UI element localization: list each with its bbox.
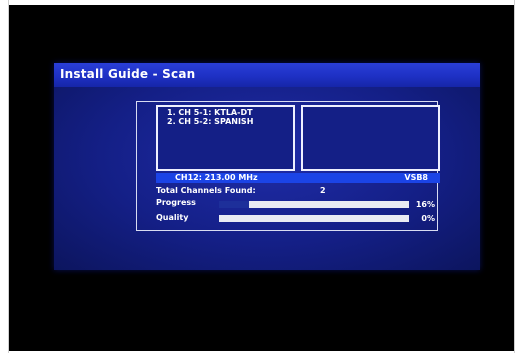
scan-info-bar: CH12: 213.00 MHz VSB8: [156, 173, 440, 183]
list-item: 1. CH 5-1: KTLA-DT: [167, 108, 253, 117]
found-channels-list: 1. CH 5-1: KTLA-DT 2. CH 5-2: SPANISH: [156, 105, 295, 171]
modulation-label: VSB8: [404, 173, 428, 182]
tv-screen: Install Guide - Scan 1. CH 5-1: KTLA-DT …: [9, 5, 514, 351]
progress-bar-fill: [219, 201, 250, 208]
quality-percent: 0%: [421, 214, 435, 223]
scan-panel: 1. CH 5-1: KTLA-DT 2. CH 5-2: SPANISH CH…: [136, 101, 440, 231]
list-item: 2. CH 5-2: SPANISH: [167, 117, 254, 126]
install-guide-scan-dialog: Install Guide - Scan 1. CH 5-1: KTLA-DT …: [54, 63, 480, 270]
frame-right-edge: [514, 0, 518, 353]
dialog-titlebar: Install Guide - Scan: [54, 63, 480, 87]
progress-percent: 16%: [415, 200, 435, 209]
channel-preview-box: [301, 105, 440, 171]
progress-label: Progress: [156, 198, 196, 207]
frame-left-edge: [0, 0, 9, 353]
total-channels-label: Total Channels Found:: [156, 186, 256, 195]
total-channels-value: 2: [320, 186, 326, 195]
progress-bar: [219, 201, 409, 208]
channel-list-body: 1. CH 5-1: KTLA-DT 2. CH 5-2: SPANISH: [158, 107, 293, 126]
quality-bar: [219, 215, 409, 222]
dialog-title: Install Guide - Scan: [60, 67, 196, 81]
current-channel-frequency: CH12: 213.00 MHz: [175, 173, 258, 182]
quality-label: Quality: [156, 213, 189, 222]
